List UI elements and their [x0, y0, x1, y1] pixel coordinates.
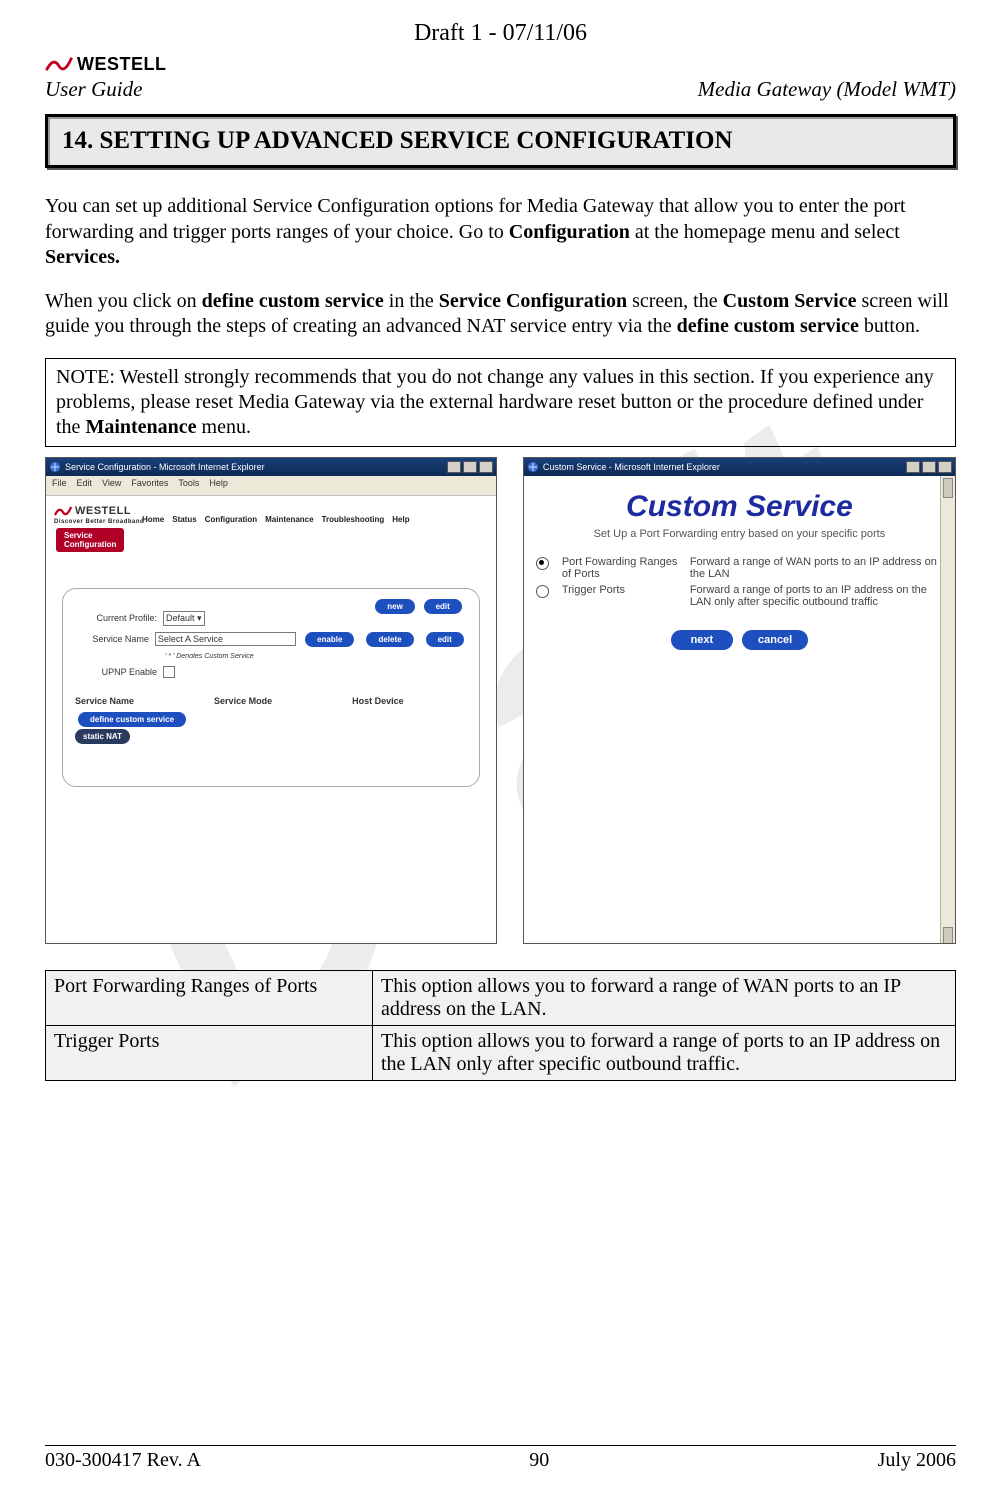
page-footer: 030-300417 Rev. A 90 July 2006 — [45, 1449, 956, 1472]
ie-icon — [49, 461, 61, 473]
edit-button[interactable]: edit — [424, 599, 462, 614]
edit-button-2[interactable]: edit — [426, 632, 464, 647]
screenshot-custom-service: Custom Service - Microsoft Internet Expl… — [523, 457, 956, 944]
current-profile-select[interactable]: Default ▾ — [163, 611, 205, 626]
static-nat-button[interactable]: static NAT — [75, 729, 130, 744]
define-custom-service-button[interactable]: define custom service — [78, 712, 186, 727]
paragraph-2: When you click on define custom service … — [45, 289, 956, 340]
cancel-button[interactable]: cancel — [742, 630, 808, 650]
col-service-name: Service Name — [75, 696, 134, 706]
opt1-label: Port Fowarding Ranges of Ports — [562, 556, 682, 580]
opt2-label: Trigger Ports — [562, 584, 682, 608]
scroll-down-icon[interactable] — [943, 927, 953, 944]
westell-swoosh-icon — [45, 53, 73, 75]
new-button[interactable]: new — [375, 599, 415, 614]
service-panel: new edit Current Profile: Default ▾ Serv… — [62, 588, 480, 787]
window-title: Service Configuration - Microsoft Intern… — [65, 462, 265, 472]
top-nav[interactable]: Home Status Configuration Maintenance Tr… — [142, 515, 490, 524]
window-title-2: Custom Service - Microsoft Internet Expl… — [543, 462, 720, 472]
cell-opt1-desc: This option allows you to forward a rang… — [373, 970, 956, 1025]
app-logo: WESTELL Discover Better Broadband — [54, 504, 144, 525]
radio-port-forwarding[interactable] — [536, 557, 549, 570]
paragraph-1: You can set up additional Service Config… — [45, 194, 956, 271]
close-icon[interactable] — [938, 461, 952, 473]
minimize-icon[interactable] — [906, 461, 920, 473]
cell-opt1-name: Port Forwarding Ranges of Ports — [46, 970, 373, 1025]
service-name-select[interactable]: Select A Service — [155, 632, 296, 646]
window-titlebar: Service Configuration - Microsoft Intern… — [46, 458, 496, 476]
screenshot-service-config: Service Configuration - Microsoft Intern… — [45, 457, 497, 944]
ie-menu[interactable]: FileEditViewFavoritesToolsHelp — [46, 476, 496, 496]
current-profile-label: Current Profile: — [75, 613, 157, 623]
footer-page-number: 90 — [529, 1449, 549, 1472]
window-titlebar-2: Custom Service - Microsoft Internet Expl… — [524, 458, 955, 476]
scroll-up-icon[interactable] — [943, 478, 953, 498]
tab-service-configuration[interactable]: ServiceConfiguration — [56, 528, 124, 552]
upnp-label: UPNP Enable — [75, 667, 157, 677]
table-row: Port Forwarding Ranges of Ports This opt… — [46, 970, 956, 1025]
custom-service-heading: Custom Service — [536, 490, 943, 524]
next-button[interactable]: next — [671, 630, 734, 650]
table-row: Trigger Ports This option allows you to … — [46, 1025, 956, 1080]
opt1-desc: Forward a range of WAN ports to an IP ad… — [690, 556, 943, 580]
westell-logo: WESTELL — [45, 53, 167, 75]
footer-right: July 2006 — [878, 1449, 956, 1472]
options-table: Port Forwarding Ranges of Ports This opt… — [45, 970, 956, 1081]
service-name-label: Service Name — [75, 634, 149, 644]
section-title: 14. SETTING UP ADVANCED SERVICE CONFIGUR… — [62, 127, 939, 155]
section-title-box: 14. SETTING UP ADVANCED SERVICE CONFIGUR… — [45, 114, 956, 168]
maximize-icon[interactable] — [922, 461, 936, 473]
draft-header: Draft 1 - 07/11/06 — [45, 20, 956, 47]
cell-opt2-name: Trigger Ports — [46, 1025, 373, 1080]
maximize-icon[interactable] — [463, 461, 477, 473]
upnp-checkbox[interactable] — [163, 666, 175, 678]
custom-service-subtitle: Set Up a Port Forwarding entry based on … — [536, 528, 943, 540]
note-box: NOTE: Westell strongly recommends that y… — [45, 358, 956, 447]
denotes-note: ' * ' Denotes Custom Service — [165, 653, 467, 660]
close-icon[interactable] — [479, 461, 493, 473]
cell-opt2-desc: This option allows you to forward a rang… — [373, 1025, 956, 1080]
delete-button[interactable]: delete — [366, 632, 413, 647]
radio-trigger-ports[interactable] — [536, 585, 549, 598]
logo-text: WESTELL — [77, 54, 167, 75]
footer-left: 030-300417 Rev. A — [45, 1449, 201, 1472]
minimize-icon[interactable] — [447, 461, 461, 473]
westell-swoosh-icon — [54, 504, 72, 518]
user-guide-label: User Guide — [45, 77, 142, 102]
vertical-scrollbar[interactable] — [940, 476, 955, 944]
opt2-desc: Forward a range of ports to an IP addres… — [690, 584, 943, 608]
footer-rule — [45, 1445, 956, 1446]
col-host-device: Host Device — [352, 696, 404, 706]
ie-icon — [527, 461, 539, 473]
enable-button[interactable]: enable — [305, 632, 354, 647]
col-service-mode: Service Mode — [214, 696, 272, 706]
model-label: Media Gateway (Model WMT) — [698, 77, 956, 102]
